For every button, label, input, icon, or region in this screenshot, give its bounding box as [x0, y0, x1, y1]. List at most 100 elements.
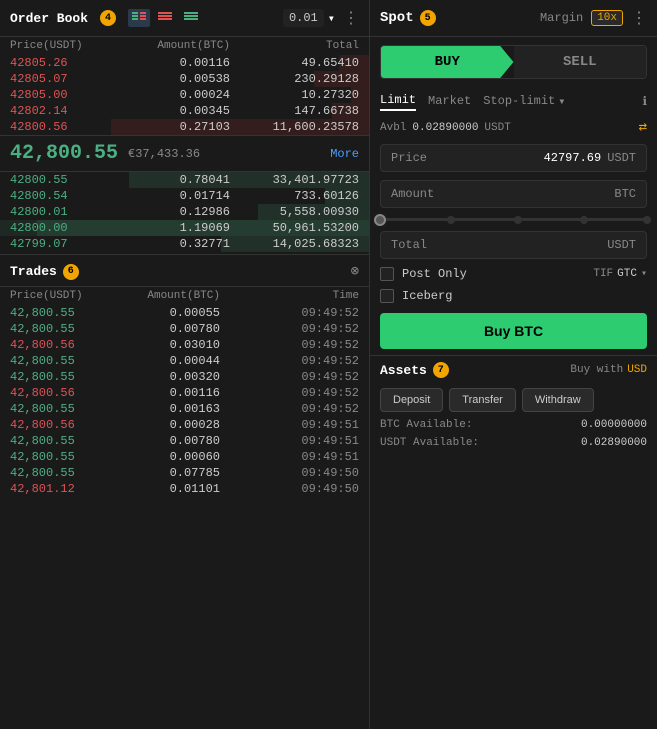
trades-close-icon[interactable]: ⊗ — [351, 263, 359, 280]
trades-title: Trades — [10, 264, 57, 279]
ob-size-value: 0.01 — [283, 9, 324, 27]
tif-label: TIF — [593, 268, 613, 280]
slider-dot-100[interactable] — [643, 216, 651, 224]
price-input-row[interactable]: Price 42797.69 USDT — [380, 144, 647, 172]
avbl-label: Avbl — [380, 122, 406, 134]
trades-header: Trades 6 ⊗ — [0, 257, 369, 287]
tif-control[interactable]: TIF GTC ▾ — [593, 268, 647, 280]
ob-buy-only-icon[interactable] — [180, 9, 202, 27]
trades-col-header: Price(USDT) Amount(BTC) Time — [0, 287, 369, 305]
amount-slider-row[interactable] — [370, 212, 657, 227]
ob-table-header: Price(USDT) Amount(BTC) Total — [0, 37, 369, 55]
slider-track[interactable] — [380, 218, 647, 221]
ob-col-total: Total — [230, 40, 359, 52]
list-item: 42,800.55 0.00044 09:49:52 — [0, 353, 369, 369]
total-label: Total — [391, 238, 607, 252]
tab-limit[interactable]: Limit — [380, 91, 416, 111]
list-item: 42,800.55 0.00055 09:49:52 — [0, 305, 369, 321]
ob-sell-only-icon[interactable] — [154, 9, 176, 27]
trades-list: 42,800.55 0.00055 09:49:52 42,800.55 0.0… — [0, 305, 369, 497]
buy-btc-button[interactable]: Buy BTC — [380, 313, 647, 349]
slider-dot-50[interactable] — [514, 216, 522, 224]
spot-header: Spot 5 Margin 10x ⋮ — [370, 0, 657, 37]
sell-orders: 42805.26 0.00116 49.65410 42805.07 0.005… — [0, 55, 369, 135]
amount-label: Amount — [391, 187, 608, 201]
transfer-button[interactable]: Transfer — [449, 388, 516, 412]
stop-limit-chevron: ▾ — [558, 94, 565, 109]
btc-available-label: BTC Available: — [380, 419, 581, 431]
table-row: 42800.00 1.19069 50,961.53200 — [0, 220, 369, 236]
deposit-button[interactable]: Deposit — [380, 388, 443, 412]
order-book-badge: 4 — [100, 10, 116, 26]
list-item: 42,800.55 0.00780 09:49:51 — [0, 433, 369, 449]
slider-dot-75[interactable] — [580, 216, 588, 224]
table-row: 42805.00 0.00024 10.27320 — [0, 87, 369, 103]
table-row: 42802.14 0.00345 147.66738 — [0, 103, 369, 119]
spot-menu-icon[interactable]: ⋮ — [631, 8, 647, 28]
btc-available-value: 0.00000000 — [581, 419, 647, 431]
assets-badge: 7 — [433, 362, 449, 378]
ob-both-sides-icon[interactable] — [128, 9, 150, 27]
info-icon[interactable]: ℹ — [642, 94, 647, 109]
list-item: 42,800.55 0.00320 09:49:52 — [0, 369, 369, 385]
ob-col-amount: Amount(BTC) — [120, 40, 230, 52]
post-only-checkbox[interactable] — [380, 267, 394, 281]
avbl-row: Avbl 0.02890000 USDT ⇄ — [370, 115, 657, 140]
trades-col-time: Time — [220, 290, 359, 302]
post-only-label: Post Only — [402, 267, 467, 281]
iceberg-label: Iceberg — [402, 289, 452, 303]
usdt-available-label: USDT Available: — [380, 437, 581, 449]
iceberg-checkbox[interactable] — [380, 289, 394, 303]
buy-sell-tabs: BUY SELL — [380, 45, 647, 79]
order-book-title: Order Book — [10, 11, 88, 26]
assets-title: Assets — [380, 363, 427, 378]
tab-stop-limit[interactable]: Stop-limit ▾ — [483, 94, 565, 109]
usd-link[interactable]: USD — [627, 364, 647, 376]
trades-badge: 6 — [63, 264, 79, 280]
assets-header: Assets 7 Buy with USD — [370, 355, 657, 384]
total-row[interactable]: Total USDT — [380, 231, 647, 259]
amount-input-row[interactable]: Amount BTC — [380, 180, 647, 208]
mid-price-eur: €37,433.36 — [128, 147, 200, 161]
usdt-available-value: 0.02890000 — [581, 437, 647, 449]
tif-chevron-icon[interactable]: ▾ — [641, 268, 647, 280]
btc-balance-row: BTC Available: 0.00000000 — [370, 416, 657, 434]
leverage-badge[interactable]: 10x — [591, 10, 623, 26]
avbl-swap-icon[interactable]: ⇄ — [639, 119, 647, 136]
ob-col-price: Price(USDT) — [10, 40, 120, 52]
trades-col-price: Price(USDT) — [10, 290, 110, 302]
ob-size-control[interactable]: 0.01 ▾ — [283, 9, 335, 27]
order-type-tabs: Limit Market Stop-limit ▾ ℹ — [370, 87, 657, 115]
total-currency: USDT — [607, 238, 636, 252]
list-item: 42,800.55 0.00060 09:49:51 — [0, 449, 369, 465]
list-item: 42,800.55 0.00780 09:49:52 — [0, 321, 369, 337]
table-row: 42805.26 0.00116 49.65410 — [0, 55, 369, 71]
buy-tab[interactable]: BUY — [381, 46, 514, 78]
slider-thumb[interactable] — [374, 214, 386, 226]
spot-badge: 5 — [420, 10, 436, 26]
spot-title: Spot — [380, 10, 414, 26]
tab-market[interactable]: Market — [428, 92, 471, 110]
buy-orders: 42800.55 0.78041 33,401.97723 42800.54 0… — [0, 172, 369, 252]
avbl-currency: USDT — [484, 122, 510, 134]
mid-price: 42,800.55 — [10, 142, 118, 165]
list-item: 42,800.55 0.07785 09:49:50 — [0, 465, 369, 481]
price-currency: USDT — [607, 151, 636, 165]
ob-size-chevron[interactable]: ▾ — [328, 11, 335, 26]
list-item: 42,800.56 0.03010 09:49:52 — [0, 337, 369, 353]
withdraw-button[interactable]: Withdraw — [522, 388, 594, 412]
trades-col-amount: Amount(BTC) — [110, 290, 220, 302]
list-item: 42,801.12 0.01101 09:49:50 — [0, 481, 369, 497]
table-row: 42799.07 0.32771 14,025.68323 — [0, 236, 369, 252]
sell-tab[interactable]: SELL — [514, 46, 647, 78]
table-row: 42800.01 0.12986 5,558.00930 — [0, 204, 369, 220]
margin-link[interactable]: Margin — [540, 11, 583, 25]
more-link[interactable]: More — [330, 147, 359, 161]
assets-right: Buy with USD — [570, 364, 647, 376]
buy-with-label: Buy with — [570, 364, 623, 376]
asset-actions: Deposit Transfer Withdraw — [370, 384, 657, 416]
avbl-value: 0.02890000 — [412, 122, 478, 134]
ob-menu-icon[interactable]: ⋮ — [343, 8, 359, 28]
slider-dot-25[interactable] — [447, 216, 455, 224]
amount-currency: BTC — [614, 187, 636, 201]
